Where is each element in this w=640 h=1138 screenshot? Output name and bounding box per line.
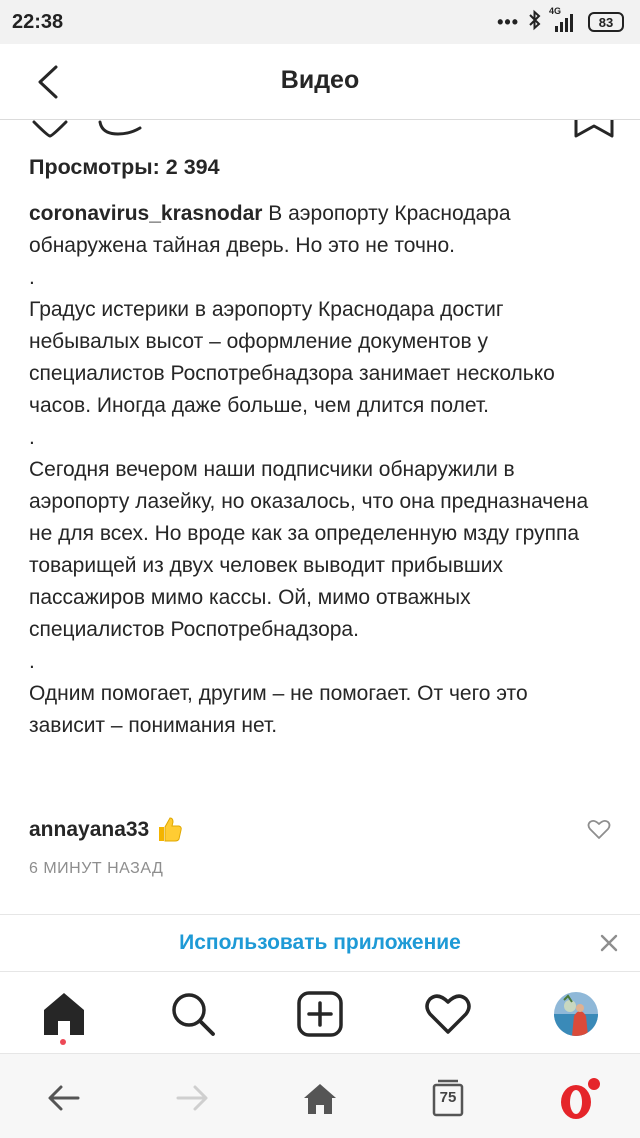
home-icon: [304, 1084, 336, 1114]
tabs-count: 75: [439, 1089, 457, 1106]
browser-back-button[interactable]: [44, 1078, 84, 1118]
bluetooth-icon: [528, 9, 542, 36]
status-icons: ••• 4G 83: [497, 6, 624, 36]
bottom-tab-bar: [0, 972, 640, 1054]
browser-forward-button[interactable]: [172, 1078, 212, 1118]
status-bar: 22:38 ••• 4G 83: [0, 0, 640, 44]
battery-indicator: 83: [588, 12, 624, 32]
browser-tabs-button[interactable]: 75: [428, 1078, 468, 1118]
opera-icon: [561, 1078, 600, 1119]
tab-activity[interactable]: [424, 990, 472, 1038]
opera-menu-button[interactable]: [556, 1078, 600, 1119]
post-details: Просмотры: 2 394 coronavirus_krasnodar В…: [29, 150, 609, 742]
tab-new-post[interactable]: [296, 990, 344, 1038]
use-app-banner: Использовать приложение: [0, 914, 640, 972]
view-count: Просмотры: 2 394: [29, 155, 220, 179]
post-actions-row: [0, 120, 640, 140]
tab-search[interactable]: [168, 990, 216, 1038]
thumbs-up-icon: [155, 815, 183, 848]
overflow-dots-icon: •••: [497, 11, 519, 32]
comment-row: annayana33: [29, 812, 611, 852]
home-icon: [44, 993, 84, 1035]
comment-username[interactable]: annayana33: [29, 818, 149, 841]
comment-like-button[interactable]: [587, 818, 611, 840]
post-caption: coronavirus_krasnodar В аэропорту Красно…: [29, 198, 609, 742]
search-icon: [172, 993, 215, 1036]
tab-home[interactable]: [40, 990, 88, 1038]
heart-outline-icon: [587, 819, 611, 839]
signal-icon: 4G: [549, 6, 579, 32]
activity-heart-icon: [425, 994, 471, 1034]
browser-home-button[interactable]: [300, 1078, 340, 1118]
caption-text: В аэропорту Краснодара обнаружена тайная…: [29, 202, 589, 737]
post-timestamp: 6 МИНУТ НАЗАД: [29, 860, 164, 877]
comment-icon: [98, 120, 142, 136]
top-navigation: Видео: [0, 44, 640, 120]
forward-arrow-icon: [176, 1085, 208, 1111]
new-post-icon: [297, 991, 343, 1037]
page-title: Видео: [280, 66, 360, 94]
profile-avatar[interactable]: [554, 992, 598, 1036]
back-arrow-icon: [48, 1085, 80, 1111]
author-username[interactable]: coronavirus_krasnodar: [29, 202, 262, 225]
use-app-link[interactable]: Использовать приложение: [0, 931, 640, 955]
like-icon: [32, 120, 68, 138]
save-icon: [574, 120, 614, 138]
browser-toolbar: 75: [0, 1054, 640, 1138]
close-icon: [600, 934, 618, 952]
close-banner-button[interactable]: [598, 932, 620, 954]
status-time: 22:38: [12, 10, 64, 33]
network-type: 4G: [549, 6, 562, 16]
home-notification-dot: [60, 1039, 66, 1045]
